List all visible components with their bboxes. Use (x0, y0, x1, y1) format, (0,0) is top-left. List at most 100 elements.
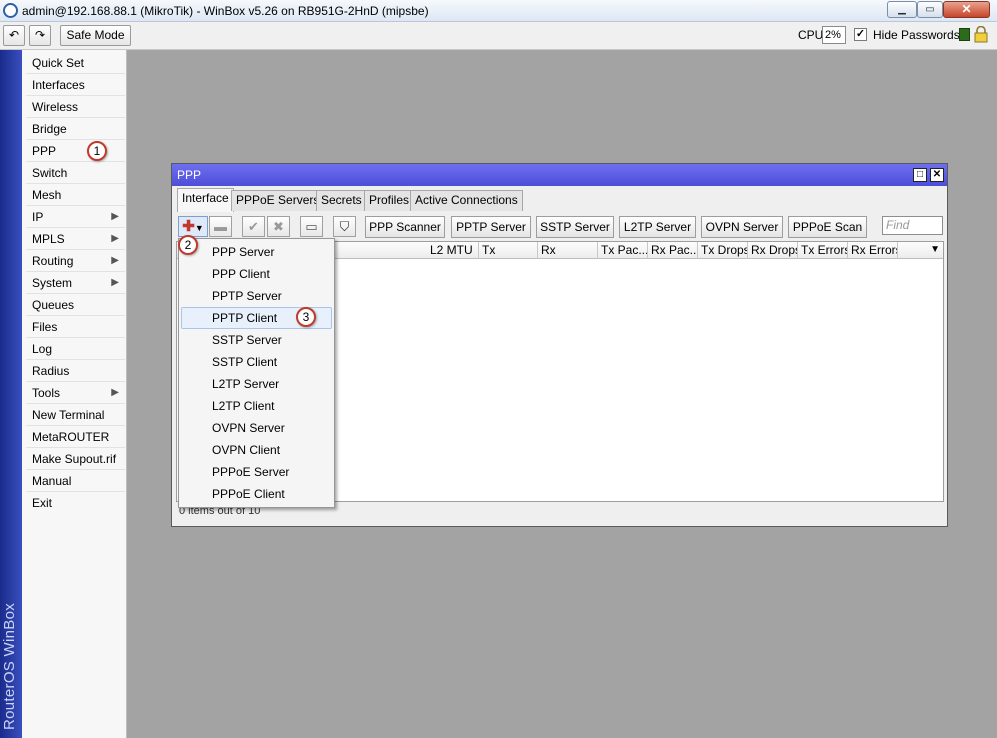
menu-option-sstp-client[interactable]: SSTP Client (181, 351, 332, 373)
column-header[interactable]: Rx Drops (748, 242, 798, 259)
menu-option-sstp-server[interactable]: SSTP Server (181, 329, 332, 351)
menu-item-radius[interactable]: Radius (26, 360, 125, 382)
ppp-close-button[interactable]: ✕ (930, 168, 944, 182)
callout-badge-2: 2 (178, 235, 198, 255)
menu-option-pppoe-client[interactable]: PPPoE Client (181, 483, 332, 505)
comment-icon: ▭ (305, 219, 318, 234)
submenu-arrow-icon: ▶ (111, 387, 119, 398)
menu-item-switch[interactable]: Switch (26, 162, 125, 184)
menu-item-quick-set[interactable]: Quick Set (26, 52, 125, 74)
menu-item-bridge[interactable]: Bridge (26, 118, 125, 140)
menu-option-ovpn-client[interactable]: OVPN Client (181, 439, 332, 461)
tab-pppoe-servers[interactable]: PPPoE Servers (231, 190, 325, 211)
menu-item-mpls[interactable]: MPLS ▶ (26, 228, 125, 250)
ppp-window-title-text: PPP (177, 168, 202, 182)
menu-item-label: MPLS (32, 232, 65, 246)
menu-item-make-supout[interactable]: Make Supout.rif (26, 448, 125, 470)
tab-label: Profiles (369, 193, 410, 207)
menu-item-metarouter[interactable]: MetaROUTER (26, 426, 125, 448)
menu-item-ip[interactable]: IP ▶ (26, 206, 125, 228)
maximize-button[interactable]: ▭ (917, 1, 943, 18)
tab-profiles[interactable]: Profiles (364, 190, 415, 211)
tab-label: PPPoE Servers (236, 193, 320, 207)
ppp-toolbar: ✚▼ ▬ ✔ ✖ ▭ ⛉ PPP Scanner PPTP Server SST… (174, 212, 945, 240)
menu-item-routing[interactable]: Routing ▶ (26, 250, 125, 272)
tab-active-connections[interactable]: Active Connections (410, 190, 523, 211)
menu-item-manual[interactable]: Manual (26, 470, 125, 492)
submenu-arrow-icon: ▶ (111, 277, 119, 288)
enable-button[interactable]: ✔ (242, 216, 265, 237)
column-header[interactable]: Rx Errors (848, 242, 898, 259)
submenu-arrow-icon: ▶ (111, 211, 119, 222)
menu-item-system[interactable]: System ▶ (26, 272, 125, 294)
menu-item-ppp[interactable]: PPP (26, 140, 125, 162)
ppp-scanner-button[interactable]: PPP Scanner (365, 216, 445, 238)
remove-button[interactable]: ▬ (209, 216, 232, 237)
menu-item-label: Quick Set (32, 56, 85, 70)
menu-option-pptp-server[interactable]: PPTP Server (181, 285, 332, 307)
close-button[interactable]: ✕ (943, 1, 990, 18)
window-title-bar: admin@192.168.88.1 (MikroTik) - WinBox v… (0, 0, 997, 22)
menu-option-ppp-server[interactable]: PPP Server (181, 241, 332, 263)
menu-item-files[interactable]: Files (26, 316, 125, 338)
pppoe-scan-button[interactable]: PPPoE Scan (788, 216, 867, 238)
filter-button[interactable]: ⛉ (333, 216, 356, 237)
menu-item-tools[interactable]: Tools ▶ (26, 382, 125, 404)
menu-item-label: Make Supout.rif (32, 452, 117, 466)
find-input[interactable]: Find (882, 216, 943, 235)
menu-option-l2tp-client[interactable]: L2TP Client (181, 395, 332, 417)
disable-button[interactable]: ✖ (267, 216, 290, 237)
winbox-banner: RouterOS WinBox (0, 50, 22, 738)
cpu-value: 2% (822, 26, 846, 44)
minus-icon: ▬ (214, 219, 227, 234)
menu-item-exit[interactable]: Exit (26, 492, 125, 514)
menu-item-label: Files (32, 320, 58, 334)
column-header[interactable]: L2 MTU (427, 242, 479, 259)
column-header[interactable]: Rx Pac... (648, 242, 698, 259)
menu-item-queues[interactable]: Queues (26, 294, 125, 316)
undo-button[interactable]: ↶ (3, 25, 25, 46)
column-header[interactable]: Tx Drops (698, 242, 748, 259)
menu-option-l2tp-server[interactable]: L2TP Server (181, 373, 332, 395)
menu-option-pppoe-server[interactable]: PPPoE Server (181, 461, 332, 483)
hide-passwords-label: Hide Passwords (873, 28, 960, 42)
menu-item-new-terminal[interactable]: New Terminal (26, 404, 125, 426)
l2tp-server-button[interactable]: L2TP Server (619, 216, 696, 238)
menu-item-label: Routing (32, 254, 74, 268)
ppp-maximize-button[interactable]: □ (913, 168, 927, 182)
menu-item-label: Radius (32, 364, 70, 378)
banner-text: RouterOS WinBox (1, 602, 18, 730)
menu-item-label: Exit (32, 496, 53, 510)
add-button[interactable]: ✚▼ (178, 216, 208, 237)
plus-icon: ✚ (182, 218, 195, 235)
minimize-button[interactable]: ▁ (887, 1, 917, 18)
ppp-window-title: PPP (172, 164, 947, 186)
safe-mode-button[interactable]: Safe Mode (60, 25, 131, 46)
main-toolbar: ↶ ↷ Safe Mode CPU: 2% ✓ Hide Passwords (0, 22, 997, 50)
column-header[interactable]: Tx Errors (798, 242, 848, 259)
add-dropdown-menu: PPP Server PPP Client PPTP Server PPTP C… (178, 238, 335, 508)
menu-option-ovpn-server[interactable]: OVPN Server (181, 417, 332, 439)
menu-item-mesh[interactable]: Mesh (26, 184, 125, 206)
tab-interface[interactable]: Interface (177, 188, 234, 212)
column-header[interactable]: Tx (479, 242, 538, 259)
menu-item-label: Manual (32, 474, 72, 488)
menu-item-label: New Terminal (32, 408, 105, 422)
column-menu-icon[interactable]: ▼ (930, 244, 940, 255)
cross-icon: ✖ (273, 219, 284, 234)
menu-item-log[interactable]: Log (26, 338, 125, 360)
comment-button[interactable]: ▭ (300, 216, 323, 237)
column-header[interactable]: Tx Pac... (598, 242, 648, 259)
menu-item-label: Interfaces (32, 78, 85, 92)
sstp-server-button[interactable]: SSTP Server (536, 216, 614, 238)
tab-secrets[interactable]: Secrets (316, 190, 367, 211)
hide-passwords-checkbox[interactable]: ✓ (854, 28, 867, 41)
menu-item-interfaces[interactable]: Interfaces (26, 74, 125, 96)
redo-button[interactable]: ↷ (29, 25, 51, 46)
menu-option-ppp-client[interactable]: PPP Client (181, 263, 332, 285)
column-header[interactable]: Rx (538, 242, 598, 259)
tab-label: Interface (182, 191, 229, 205)
ovpn-server-button[interactable]: OVPN Server (701, 216, 783, 238)
pptp-server-button[interactable]: PPTP Server (451, 216, 531, 238)
menu-item-wireless[interactable]: Wireless (26, 96, 125, 118)
